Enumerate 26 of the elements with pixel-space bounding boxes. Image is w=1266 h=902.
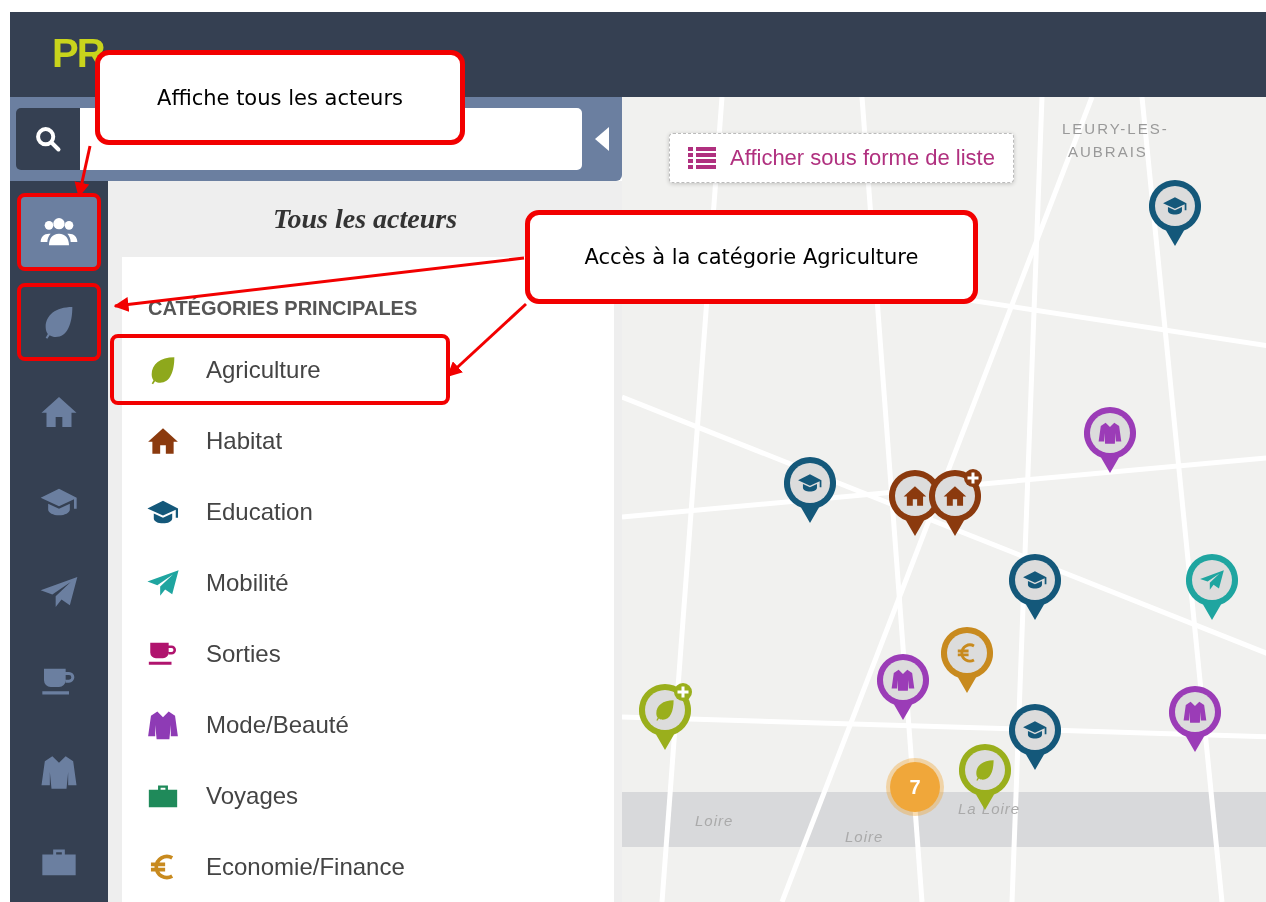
sidebar-category-button[interactable] (17, 193, 101, 271)
map-label: LEURY-LES- (1062, 120, 1169, 137)
map-pin[interactable] (782, 455, 838, 525)
search-button[interactable] (16, 108, 80, 170)
map-pin[interactable] (1082, 405, 1138, 475)
map-pin[interactable] (1147, 178, 1203, 248)
map-label: AUBRAIS (1068, 143, 1148, 160)
map-pin[interactable] (1007, 552, 1063, 622)
list-view-button[interactable]: Afficher sous forme de liste (669, 133, 1014, 183)
map-pin[interactable] (875, 652, 931, 722)
category-item[interactable]: Sorties (110, 618, 450, 689)
category-item[interactable]: Mobilité (110, 547, 450, 618)
map-pin-group[interactable] (887, 468, 983, 538)
sidebar-category-button[interactable] (17, 283, 101, 361)
annotation-tooltip: Accès à la catégorie Agriculture (525, 210, 978, 304)
search-icon (34, 125, 62, 153)
category-item[interactable]: Voyages (110, 760, 450, 831)
map-pin[interactable] (1007, 702, 1063, 772)
category-item[interactable]: Agriculture (110, 334, 450, 405)
category-item[interactable]: Economie/Finance (110, 831, 450, 902)
category-item[interactable]: Habitat (110, 405, 450, 476)
category-item[interactable]: Education (110, 476, 450, 547)
section-heading: CATÉGORIES PRINCIPALES (148, 297, 418, 320)
list-icon (688, 147, 716, 169)
category-item[interactable]: Mode/Beauté (110, 689, 450, 760)
map-pin[interactable] (1167, 684, 1223, 754)
